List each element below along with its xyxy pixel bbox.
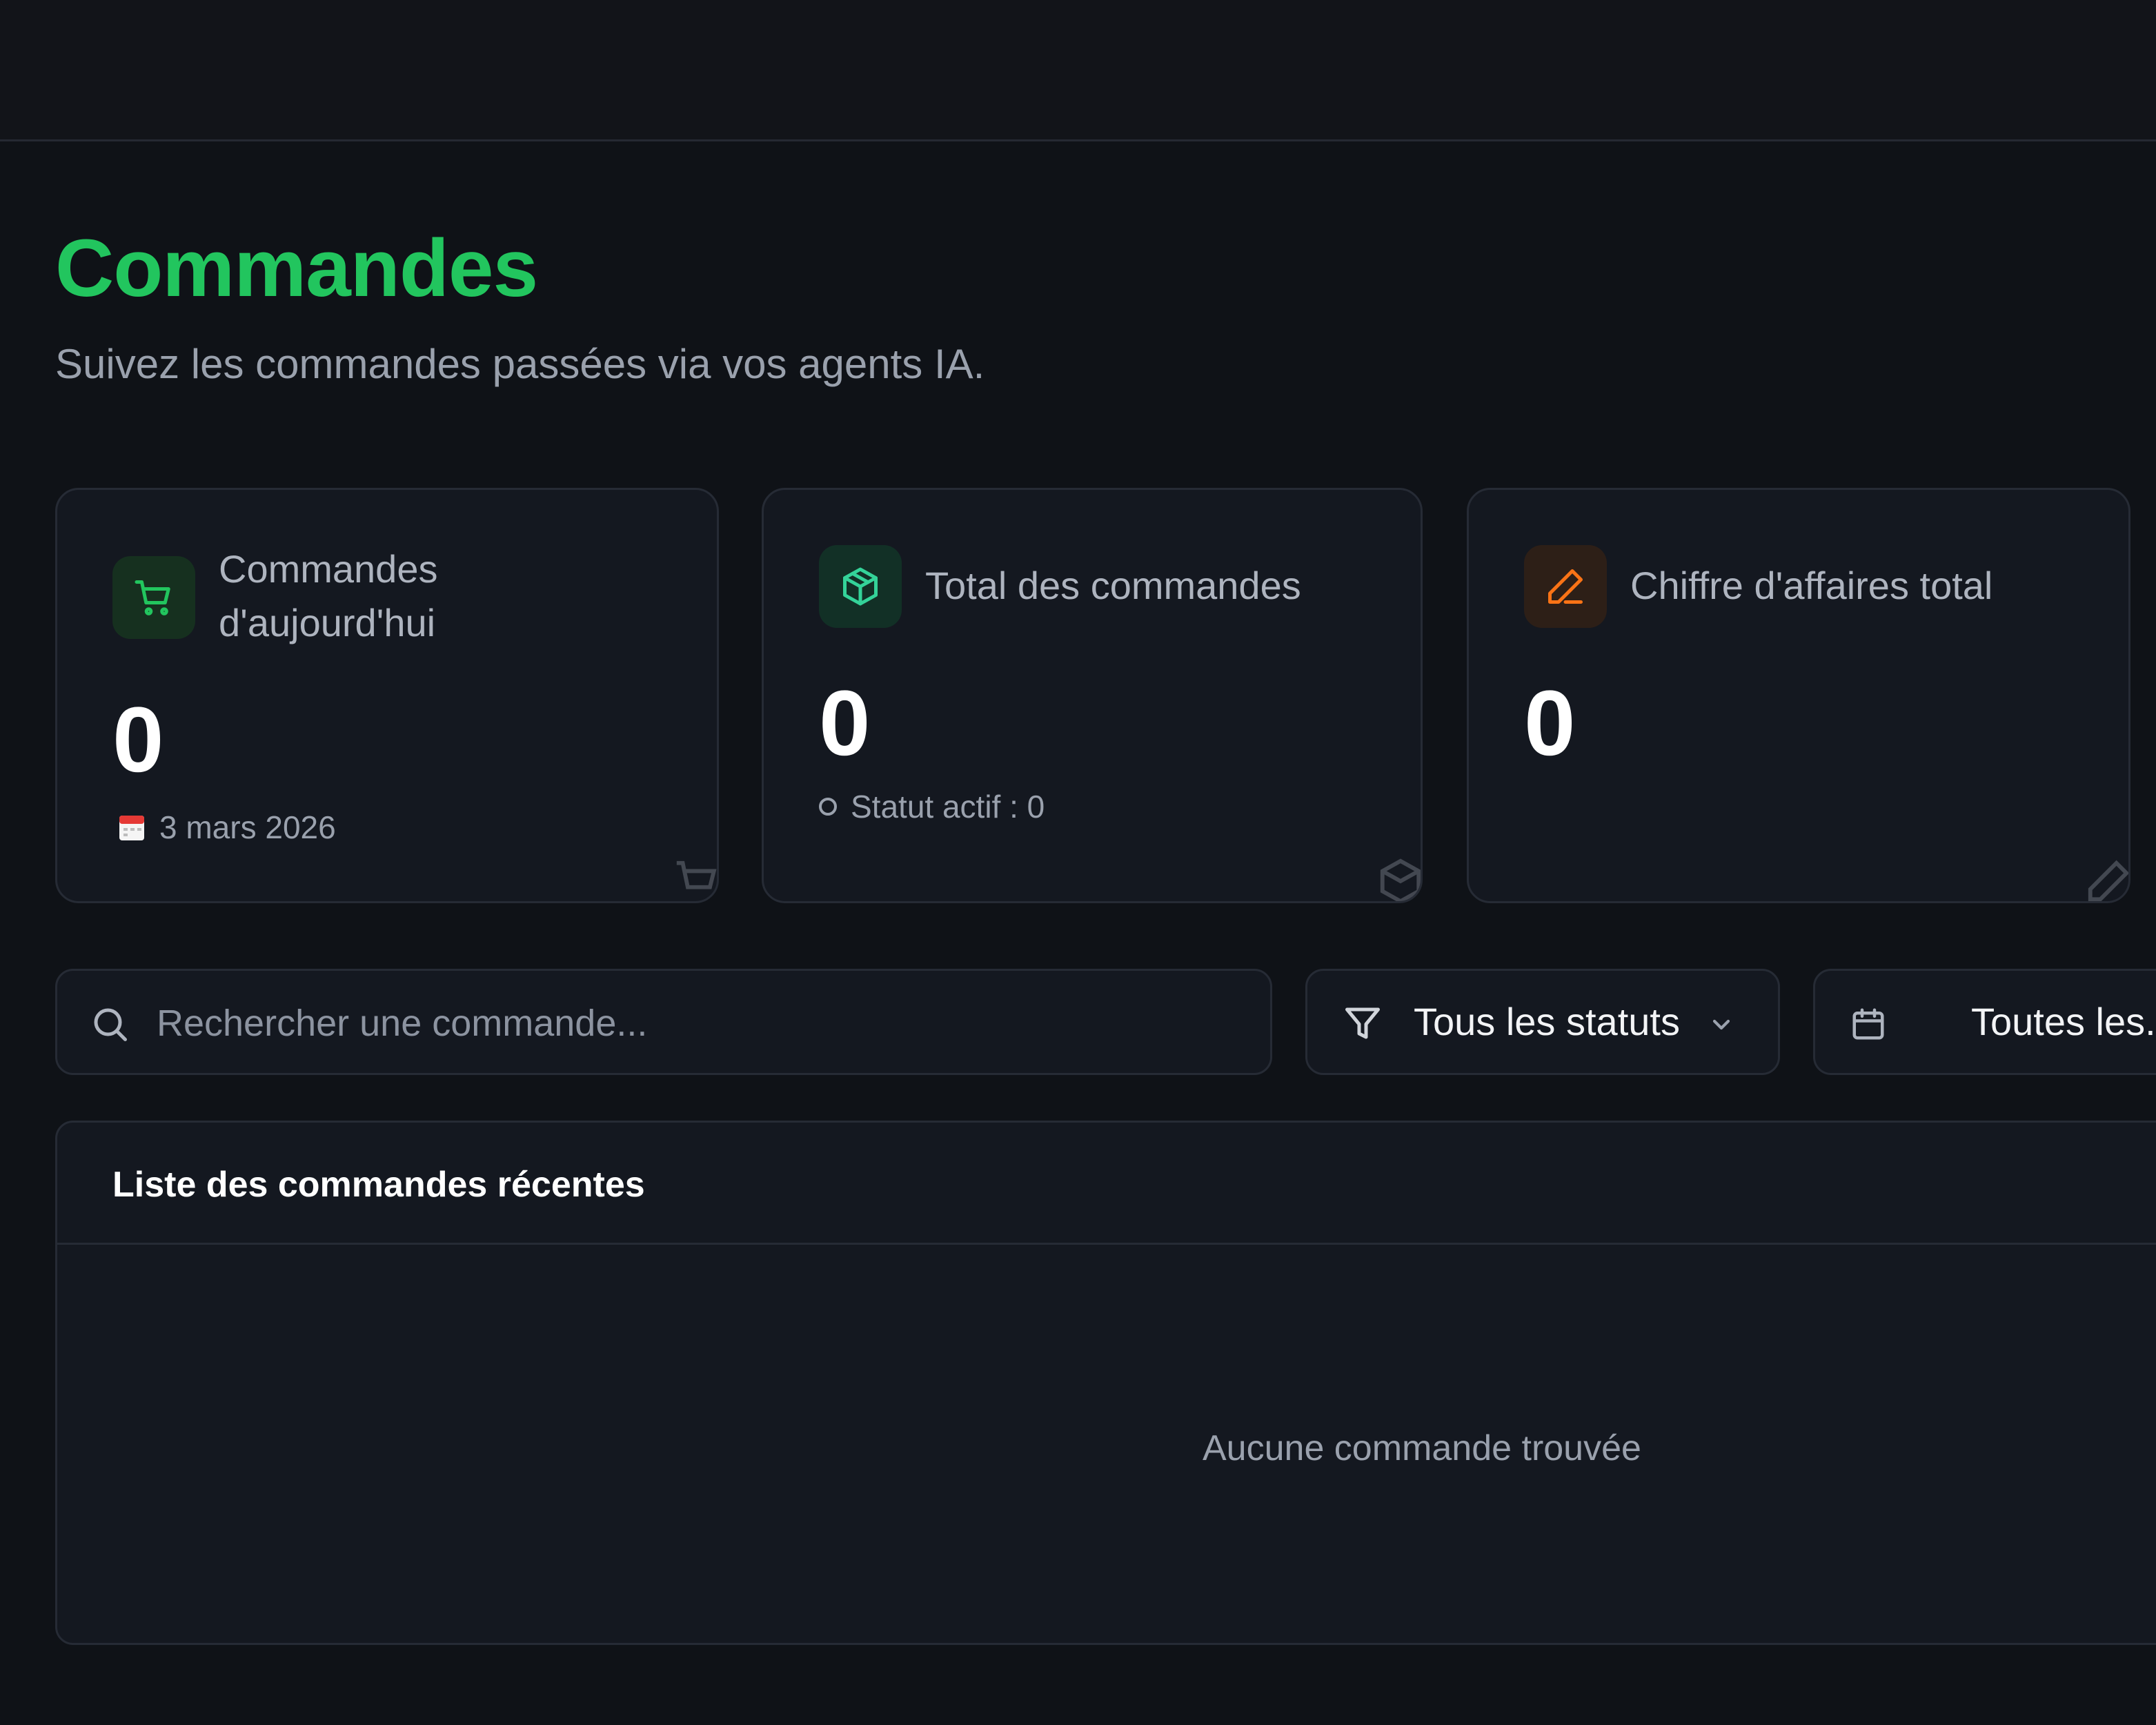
- status-circle-icon: [819, 798, 837, 816]
- search-icon: [89, 1003, 130, 1048]
- search-input[interactable]: [155, 998, 1234, 1048]
- stat-card-total-orders: Total des commandes 0 Statut actif : 0: [762, 488, 1423, 903]
- page-subtitle: Suivez les commandes passées via vos age…: [55, 341, 985, 387]
- date-filter-value: Toutes les...: [1971, 1000, 2156, 1043]
- stat-card-total-revenue: Chiffre d'affaires total 0: [1467, 488, 2130, 903]
- orders-list-title: Liste des commandes récentes: [112, 1165, 645, 1205]
- search-box[interactable]: [55, 969, 1272, 1075]
- stat-value: 0: [819, 672, 871, 775]
- orders-list-panel: Liste des commandes récentes Aucune comm…: [55, 1121, 2156, 1645]
- status-filter-dropdown[interactable]: Tous les statuts: [1305, 969, 1780, 1075]
- page-title: Commandes: [55, 223, 538, 314]
- orders-list-header: Liste des commandes récentes: [57, 1123, 2156, 1245]
- stat-value: 0: [1524, 672, 1576, 775]
- pencil-icon: [1524, 545, 1607, 628]
- chevron-down-icon: [1708, 1011, 1735, 1042]
- calendar-icon: [118, 813, 146, 842]
- shopping-cart-watermark-icon: [676, 860, 717, 889]
- stat-active-status: Statut actif : 0: [819, 791, 1045, 822]
- stat-card-today-orders: Commandes d'aujourd'hui 0 3 mars 2026: [55, 488, 719, 903]
- top-bar: [0, 0, 2156, 141]
- stat-value: 0: [112, 689, 164, 791]
- calendar-icon: [1850, 1005, 1887, 1046]
- stat-label: Chiffre d'affaires total: [1630, 564, 1993, 607]
- status-filter-value: Tous les statuts: [1414, 1000, 1680, 1043]
- stat-date: 3 mars 2026: [118, 811, 336, 843]
- empty-state-message: Aucune commande trouvée: [1203, 1428, 1641, 1468]
- shopping-cart-icon: [112, 556, 195, 639]
- filter-icon: [1342, 1003, 1383, 1047]
- package-watermark-icon: [1380, 858, 1421, 901]
- package-icon: [819, 545, 902, 628]
- date-filter-dropdown[interactable]: Toutes les...: [1813, 969, 2156, 1075]
- stat-label: Commandes d'aujourd'hui: [219, 547, 438, 644]
- stat-label: Total des commandes: [925, 564, 1301, 607]
- pencil-watermark-icon: [2088, 860, 2128, 901]
